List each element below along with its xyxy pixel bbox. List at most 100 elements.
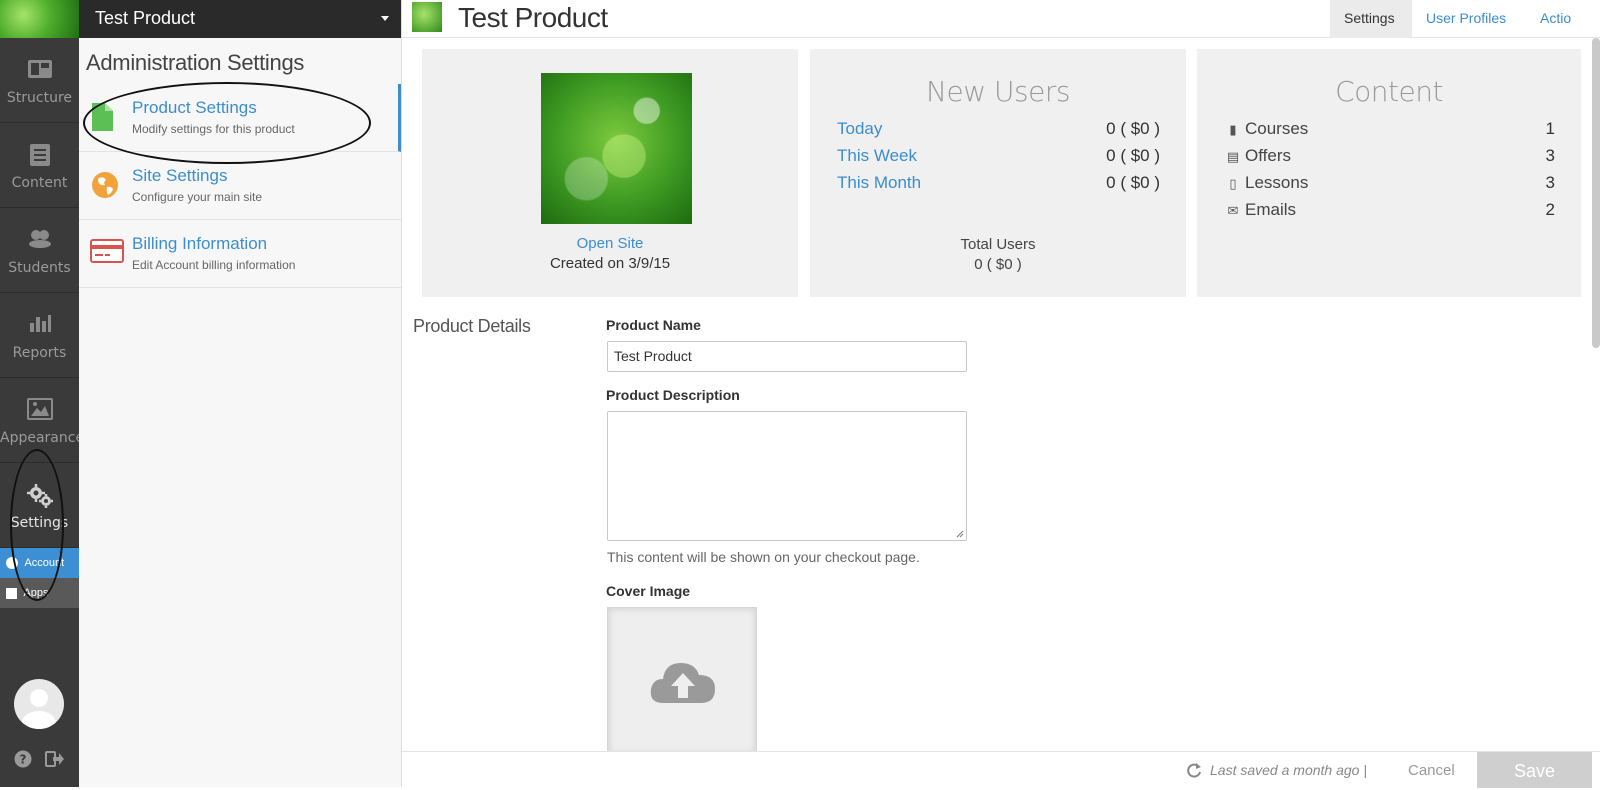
- nav-appearance[interactable]: Appearance: [0, 378, 85, 463]
- site-logo[interactable]: [0, 0, 79, 38]
- tab-user-profiles[interactable]: User Profiles: [1412, 0, 1520, 38]
- content-value: 3: [1545, 146, 1555, 165]
- main-area: Test Product Settings User Profiles Acti…: [402, 0, 1600, 788]
- product-name-label: Product Name: [606, 317, 701, 333]
- product-thumbnail: [412, 2, 442, 32]
- page-header: Test Product Settings User Profiles Acti…: [402, 0, 1600, 38]
- content-value: 2: [1545, 200, 1555, 219]
- image-icon: [0, 378, 79, 424]
- new-users-row-today: Today 0 ( $0 ): [837, 119, 1160, 143]
- new-users-label[interactable]: Today: [837, 119, 882, 138]
- nav-structure-label: Structure: [6, 90, 73, 106]
- last-saved-text: Last saved a month ago |: [1210, 762, 1367, 778]
- structure-icon: [0, 38, 79, 84]
- product-selector[interactable]: Test Product: [79, 0, 401, 38]
- admin-item-title: Product Settings: [132, 98, 257, 117]
- help-icon[interactable]: ?: [14, 750, 32, 773]
- cancel-button[interactable]: Cancel: [1408, 762, 1455, 779]
- resize-handle-icon[interactable]: [956, 530, 964, 538]
- puzzle-icon: [6, 587, 17, 599]
- nav-apps[interactable]: Apps: [0, 578, 79, 608]
- scrollbar[interactable]: [1592, 38, 1600, 348]
- admin-item-product-settings[interactable]: Product Settings Modify settings for thi…: [79, 84, 401, 152]
- file-icon: ▯: [1229, 176, 1237, 191]
- new-users-label[interactable]: This Week: [837, 146, 917, 165]
- cover-image-label: Cover Image: [606, 583, 691, 599]
- content-icon: [0, 123, 79, 169]
- refresh-icon: [1186, 762, 1202, 783]
- admin-item-title: Site Settings: [132, 166, 228, 185]
- credit-card-icon: ▤: [1226, 149, 1240, 164]
- students-icon: [0, 208, 79, 254]
- created-date: Created on 3/9/15: [549, 255, 671, 272]
- rail-bottom-actions: ?: [0, 746, 79, 774]
- nav-students[interactable]: Students: [0, 208, 79, 293]
- credit-card-icon: [90, 238, 124, 270]
- product-selector-label: Test Product: [95, 8, 196, 28]
- admin-item-billing[interactable]: Billing Information Edit Account billing…: [79, 220, 401, 288]
- new-users-label[interactable]: This Month: [837, 173, 921, 192]
- section-title-product-details: Product Details: [413, 316, 531, 336]
- gears-icon: [0, 463, 79, 509]
- gear-icon: [6, 557, 18, 570]
- admin-item-title: Billing Information: [132, 234, 268, 253]
- nav-content[interactable]: Content: [0, 123, 79, 208]
- nav-students-label: Students: [8, 260, 71, 276]
- main-nav-rail: Structure Content Students Reports Appea…: [0, 0, 85, 787]
- save-footer: Last saved a month ago | Cancel Save: [402, 751, 1600, 788]
- product-description-label: Product Description: [606, 387, 740, 403]
- globe-icon: [90, 170, 122, 202]
- svg-text:?: ?: [20, 753, 27, 767]
- nav-account[interactable]: Account: [0, 548, 79, 578]
- nav-content-label: Content: [11, 175, 68, 191]
- admin-item-site-settings[interactable]: Site Settings Configure your main site: [79, 152, 401, 220]
- admin-item-subtitle: Configure your main site: [132, 190, 263, 204]
- content-label: Lessons: [1245, 173, 1309, 192]
- nav-reports[interactable]: Reports: [0, 293, 79, 378]
- product-name-input[interactable]: Test Product: [607, 341, 967, 372]
- content-title: Content: [1335, 75, 1443, 108]
- open-site-link[interactable]: Open Site: [422, 235, 798, 252]
- content-row-courses: ▮ Courses 1: [1225, 119, 1555, 143]
- save-button[interactable]: Save: [1477, 752, 1592, 788]
- content-value: 1: [1545, 119, 1555, 138]
- admin-title: Administration Settings: [86, 50, 305, 75]
- nav-apps-label: Apps: [23, 587, 49, 599]
- new-users-value: 0 ( $0 ): [1106, 173, 1160, 192]
- cloud-upload-icon: [649, 653, 717, 710]
- nav-settings-label: Settings: [10, 515, 69, 531]
- nav-appearance-label: Appearance: [0, 430, 85, 446]
- tab-settings[interactable]: Settings: [1330, 0, 1412, 38]
- book-icon: ▮: [1229, 122, 1237, 137]
- content-label: Courses: [1245, 119, 1309, 138]
- total-users-label: Total Users: [960, 236, 1036, 253]
- nav-structure[interactable]: Structure: [0, 38, 79, 123]
- new-users-row-month: This Month 0 ( $0 ): [837, 173, 1160, 197]
- nav-account-label: Account: [24, 557, 65, 569]
- user-avatar[interactable]: [14, 679, 64, 729]
- nav-reports-label: Reports: [12, 345, 67, 361]
- admin-item-subtitle: Modify settings for this product: [132, 122, 295, 136]
- tab-actions[interactable]: Actio: [1526, 0, 1585, 38]
- new-users-panel: New Users Today 0 ( $0 ) This Week 0 ( $…: [810, 49, 1186, 297]
- admin-item-subtitle: Edit Account billing information: [132, 258, 296, 272]
- new-users-value: 0 ( $0 ): [1106, 146, 1160, 165]
- envelope-icon: ✉: [1227, 203, 1239, 218]
- new-users-title: New Users: [926, 75, 1070, 108]
- content-row-emails: ✉ Emails 2: [1225, 200, 1555, 224]
- product-description-textarea[interactable]: [607, 411, 967, 541]
- new-users-value: 0 ( $0 ): [1106, 119, 1160, 138]
- content-panel: Content ▮ Courses 1 ▤ Offers 3 ▯ Lessons 3 …: [1197, 49, 1581, 297]
- nav-settings[interactable]: Settings: [0, 463, 79, 548]
- content-value: 3: [1545, 173, 1555, 192]
- content-label: Offers: [1245, 146, 1291, 165]
- total-users-value: 0 ( $0 ): [974, 256, 1022, 273]
- product-cover-thumbnail: [541, 73, 692, 224]
- logout-icon[interactable]: [45, 751, 65, 772]
- product-overview-panel: Open Site Created on 3/9/15: [422, 49, 798, 297]
- cover-image-upload[interactable]: [607, 607, 757, 755]
- content-label: Emails: [1245, 200, 1297, 219]
- admin-settings-panel: Test Product Administration Settings Pro…: [79, 0, 402, 787]
- content-row-offers: ▤ Offers 3: [1225, 146, 1555, 170]
- caret-down-icon: [381, 16, 389, 21]
